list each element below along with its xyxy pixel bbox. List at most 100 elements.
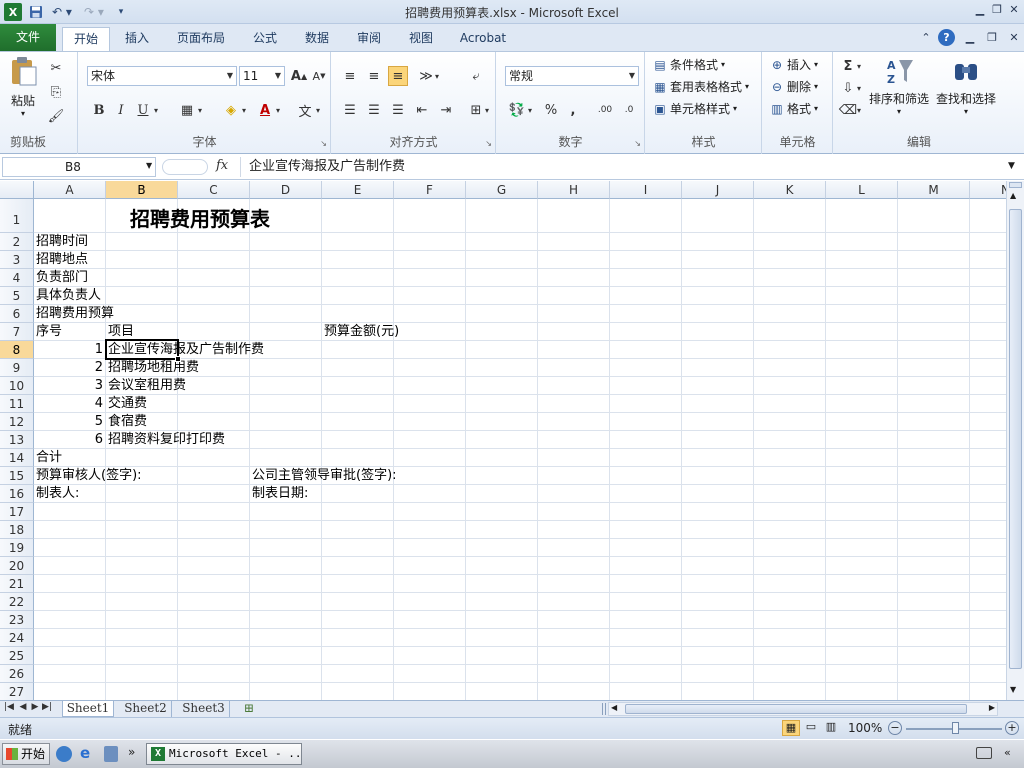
- row-header-20[interactable]: 20: [0, 557, 34, 575]
- row-header-2[interactable]: 2: [0, 233, 34, 251]
- horizontal-scrollbar[interactable]: ◀ ▶: [608, 702, 998, 716]
- cell-a15[interactable]: 预算审核人(签字):: [36, 467, 142, 485]
- zoom-in-icon[interactable]: +: [1005, 721, 1019, 735]
- vertical-scrollbar[interactable]: ▲ ▼: [1006, 181, 1024, 700]
- cell-a2[interactable]: 招聘时间: [36, 233, 88, 251]
- column-header-j[interactable]: J: [682, 181, 754, 199]
- horizontal-scroll-thumb[interactable]: [625, 704, 967, 714]
- cell-b13[interactable]: 招聘资料复印打印费: [108, 431, 225, 449]
- quick-launch-more-icon[interactable]: »: [128, 745, 135, 759]
- tab-page-layout[interactable]: 页面布局: [168, 27, 234, 51]
- copy-icon[interactable]: ⎘: [46, 82, 66, 102]
- column-header-d[interactable]: D: [250, 181, 322, 199]
- column-header-e[interactable]: E: [322, 181, 394, 199]
- align-left-icon[interactable]: ☰: [340, 100, 360, 120]
- merge-dropdown-icon[interactable]: ▾: [482, 100, 492, 120]
- help-icon[interactable]: ?: [938, 29, 955, 46]
- cell-b11[interactable]: 交通费: [108, 395, 147, 413]
- normal-view-icon[interactable]: ▦: [782, 720, 800, 736]
- ie-icon[interactable]: e: [80, 744, 90, 762]
- insert-function-icon[interactable]: fx: [216, 158, 228, 173]
- name-box-dropdown-icon[interactable]: ▼: [146, 161, 152, 170]
- quick-launch-tool-icon[interactable]: [104, 746, 118, 762]
- increase-indent-icon[interactable]: ⇥: [436, 100, 456, 120]
- clear-dropdown-icon[interactable]: ▾: [854, 100, 864, 120]
- restore-icon[interactable]: ❐: [989, 3, 1005, 17]
- column-header-b[interactable]: B: [106, 181, 178, 199]
- formula-bar-splitter[interactable]: [162, 159, 208, 175]
- tab-data[interactable]: 数据: [296, 27, 338, 51]
- align-bottom-icon[interactable]: ≡: [388, 66, 408, 86]
- close-icon[interactable]: ✕: [1006, 3, 1022, 17]
- column-header-f[interactable]: F: [394, 181, 466, 199]
- taskbar-excel-button[interactable]: X Microsoft Excel - ...: [146, 743, 302, 765]
- first-sheet-icon[interactable]: |◀: [4, 702, 14, 712]
- sort-filter-button[interactable]: AZ 排序和筛选 ▾: [868, 56, 930, 116]
- cell-b1-title[interactable]: 招聘费用预算表: [130, 207, 270, 231]
- cell-b10[interactable]: 会议室租用费: [108, 377, 186, 395]
- column-header-k[interactable]: K: [754, 181, 826, 199]
- sheet-tab-sheet2[interactable]: Sheet2: [120, 701, 172, 717]
- page-break-view-icon[interactable]: ▥: [822, 720, 840, 736]
- scroll-left-icon[interactable]: ◀: [611, 703, 617, 712]
- delete-cells-button[interactable]: ⊖ 删除 ▾: [769, 78, 818, 95]
- comma-icon[interactable]: ,: [563, 100, 583, 120]
- cell-styles-button[interactable]: ▣ 单元格样式 ▾: [652, 100, 737, 117]
- row-header-3[interactable]: 3: [0, 251, 34, 269]
- zoom-level[interactable]: 100%: [848, 721, 882, 735]
- column-header-n[interactable]: N: [970, 181, 1006, 199]
- sheet-tab-sheet1[interactable]: Sheet1: [62, 701, 114, 717]
- row-header-1[interactable]: 1: [0, 199, 34, 233]
- column-header-h[interactable]: H: [538, 181, 610, 199]
- collapse-ribbon-icon[interactable]: ⌃: [918, 31, 934, 45]
- fill-color-icon[interactable]: ◈: [221, 100, 241, 120]
- paste-button[interactable]: 粘贴 ▾: [6, 56, 40, 128]
- cell-a8[interactable]: 1: [36, 341, 103, 359]
- italic-button[interactable]: I: [111, 100, 131, 120]
- autosum-dropdown-icon[interactable]: ▾: [854, 56, 864, 76]
- column-header-i[interactable]: I: [610, 181, 682, 199]
- font-color-icon[interactable]: A: [255, 100, 275, 120]
- minimize-icon[interactable]: ▁: [972, 3, 988, 17]
- zoom-slider-thumb[interactable]: [952, 722, 959, 734]
- format-cells-button[interactable]: ▥ 格式 ▾: [769, 100, 818, 117]
- align-right-icon[interactable]: ☰: [388, 100, 408, 120]
- underline-dropdown-icon[interactable]: ▾: [151, 100, 161, 120]
- row-header-9[interactable]: 9: [0, 359, 34, 377]
- shrink-font-icon[interactable]: A ▼: [309, 66, 329, 86]
- tab-acrobat[interactable]: Acrobat: [452, 27, 514, 51]
- orientation-dropdown-icon[interactable]: ▾: [432, 66, 442, 86]
- worksheet-grid[interactable]: ABCDEFGHIJKLMN 1 2 3 4 5 6 7 8 9 10 11 12 13 14 15 16 17…: [0, 181, 1006, 700]
- tab-split-handle[interactable]: [602, 703, 606, 715]
- conditional-format-button[interactable]: ▤ 条件格式 ▾: [652, 56, 725, 73]
- cell-b9[interactable]: 招聘场地租用费: [108, 359, 199, 377]
- page-layout-view-icon[interactable]: ▭: [802, 720, 820, 736]
- decrease-decimal-icon[interactable]: .0: [619, 100, 639, 120]
- column-header-a[interactable]: A: [34, 181, 106, 199]
- tab-home[interactable]: 开始: [62, 27, 110, 51]
- row-header-12[interactable]: 12: [0, 413, 34, 431]
- expand-formula-bar-icon[interactable]: ▼: [1008, 161, 1015, 171]
- split-box-icon[interactable]: [1009, 182, 1022, 188]
- row-header-25[interactable]: 25: [0, 647, 34, 665]
- row-header-24[interactable]: 24: [0, 629, 34, 647]
- grow-font-icon[interactable]: A ▲: [289, 66, 309, 86]
- currency-dropdown-icon[interactable]: ▾: [525, 100, 535, 120]
- column-header-l[interactable]: L: [826, 181, 898, 199]
- column-header-g[interactable]: G: [466, 181, 538, 199]
- percent-icon[interactable]: %: [541, 100, 561, 120]
- workbook-minimize-icon[interactable]: ▁: [962, 31, 978, 45]
- fill-color-dropdown-icon[interactable]: ▾: [239, 100, 249, 120]
- cell-a10[interactable]: 3: [36, 377, 103, 395]
- cell-a12[interactable]: 5: [36, 413, 103, 431]
- align-middle-icon[interactable]: ≡: [364, 66, 384, 86]
- row-header-11[interactable]: 11: [0, 395, 34, 413]
- start-button[interactable]: 开始: [2, 743, 50, 765]
- format-as-table-button[interactable]: ▦ 套用表格格式 ▾: [652, 78, 749, 95]
- cell-b12[interactable]: 食宿费: [108, 413, 147, 431]
- fill-dropdown-icon[interactable]: ▾: [854, 78, 864, 98]
- row-header-19[interactable]: 19: [0, 539, 34, 557]
- row-header-23[interactable]: 23: [0, 611, 34, 629]
- vertical-scroll-thumb[interactable]: [1009, 209, 1022, 669]
- format-painter-icon[interactable]: 🖌: [46, 106, 66, 126]
